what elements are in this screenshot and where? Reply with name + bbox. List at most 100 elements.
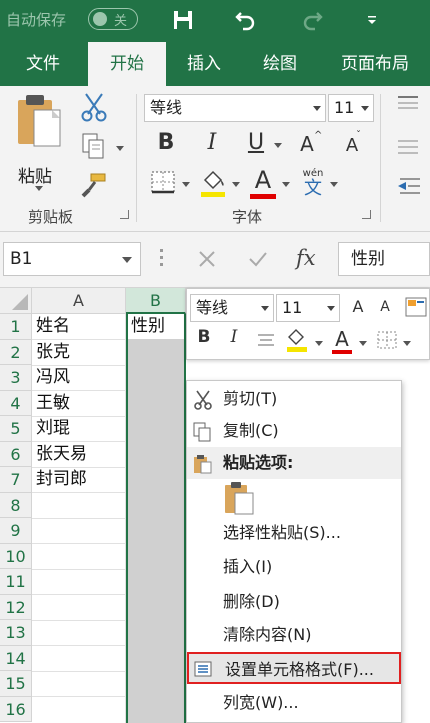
menu-item-column-width[interactable]: 列宽(W)... (187, 687, 401, 719)
paste-dropdown-arrow (35, 186, 43, 191)
menu-item-copy[interactable]: 复制(C) (187, 415, 401, 447)
mini-shrink-font-button[interactable]: A (377, 299, 393, 315)
select-all-corner[interactable] (0, 288, 32, 314)
row-header[interactable]: 16 (0, 696, 32, 722)
copy-dropdown-arrow[interactable] (116, 146, 124, 151)
menu-item-cut[interactable]: 剪切(T) (187, 383, 401, 415)
format-painter-icon[interactable] (78, 172, 110, 204)
row-header[interactable]: 11 (0, 569, 32, 595)
copy-icon[interactable] (78, 132, 110, 164)
decrease-indent-icon[interactable] (396, 176, 422, 200)
cut-icon[interactable] (78, 92, 110, 124)
row-header[interactable]: 15 (0, 671, 32, 697)
enter-icon[interactable] (248, 250, 268, 272)
customize-qat-icon[interactable] (362, 6, 382, 34)
mini-font-size-combo[interactable]: 11 (276, 294, 340, 322)
font-name-combo[interactable]: 等线 (144, 94, 326, 122)
mini-grow-font-button[interactable]: A (349, 297, 367, 316)
row-header[interactable]: 3 (0, 365, 32, 391)
tab-draw[interactable]: 绘图 (242, 42, 318, 86)
menu-item-format-cells[interactable]: 设置单元格格式(F)... (187, 652, 401, 684)
mini-borders-dropdown-arrow[interactable] (403, 341, 411, 346)
row-header[interactable]: 6 (0, 441, 32, 467)
phonetic-dropdown-arrow[interactable] (330, 182, 338, 187)
row-header[interactable]: 1 (0, 314, 32, 340)
paste-button[interactable]: 粘贴 (8, 92, 70, 192)
more-icon[interactable] (160, 249, 164, 266)
chevron-down-icon (122, 257, 132, 263)
mini-fill-dropdown-arrow[interactable] (315, 341, 323, 346)
mini-font-color-button[interactable]: A (331, 327, 353, 355)
mini-font-color-swatch (332, 350, 352, 354)
tab-home[interactable]: 开始 (88, 42, 166, 86)
borders-dropdown-arrow[interactable] (182, 182, 190, 187)
italic-button[interactable]: I (198, 130, 226, 155)
formula-input[interactable]: 性别 (338, 242, 430, 276)
row-header[interactable]: 7 (0, 467, 32, 493)
mini-align-icon[interactable] (257, 333, 275, 353)
tab-file[interactable]: 文件 (0, 42, 86, 86)
cell-a3[interactable]: 冯风 (32, 365, 70, 390)
name-box[interactable]: B1 (3, 242, 141, 276)
autosave-toggle[interactable]: 关 (88, 8, 138, 30)
menu-item-paste-special[interactable]: 选择性粘贴(S)... (187, 517, 401, 549)
cell-a2[interactable]: 张克 (32, 340, 70, 365)
fill-color-icon[interactable] (198, 168, 228, 200)
clipboard-dialog-launcher[interactable] (120, 210, 129, 219)
selected-column-b[interactable] (126, 314, 186, 723)
mini-font-color-dropdown-arrow[interactable] (359, 341, 367, 346)
cell-a1[interactable]: 姓名 (32, 314, 70, 339)
undo-icon[interactable] (232, 6, 260, 34)
phonetic-guide-button[interactable]: wén 文 (300, 168, 326, 199)
borders-icon[interactable] (148, 170, 178, 198)
align-lines-icon[interactable] (396, 138, 420, 160)
cell-a4[interactable]: 王敏 (32, 391, 70, 416)
font-color-button[interactable]: A (248, 166, 278, 200)
column-header-a[interactable]: A (32, 288, 126, 314)
row-header[interactable]: 2 (0, 339, 32, 365)
redo-icon[interactable] (298, 6, 326, 34)
row-header[interactable]: 8 (0, 492, 32, 518)
toggle-knob (93, 12, 107, 26)
save-icon[interactable] (170, 6, 196, 34)
row-header[interactable]: 5 (0, 416, 32, 442)
menu-item-clear-contents[interactable]: 清除内容(N) (187, 619, 401, 651)
cancel-icon[interactable] (198, 250, 216, 272)
bold-button[interactable]: B (152, 130, 180, 155)
row-header[interactable]: 10 (0, 543, 32, 569)
font-group-label: 字体 (232, 208, 263, 226)
menu-item-insert[interactable]: 插入(I) (187, 551, 401, 583)
mini-fill-color-icon[interactable] (285, 327, 309, 357)
cell-b1[interactable]: 性别 (128, 314, 184, 339)
tab-insert[interactable]: 插入 (166, 42, 242, 86)
paste-option-button[interactable] (223, 481, 257, 515)
font-size-combo[interactable]: 11 (328, 94, 374, 122)
grid-line (32, 594, 126, 595)
tab-page-layout[interactable]: 页面布局 (325, 42, 425, 86)
row-header[interactable]: 12 (0, 594, 32, 620)
row-header[interactable]: 14 (0, 645, 32, 671)
menu-item-delete[interactable]: 删除(D) (187, 586, 401, 618)
row-header[interactable]: 13 (0, 620, 32, 646)
fill-color-dropdown-arrow[interactable] (232, 182, 240, 187)
mini-font-name-combo[interactable]: 等线 (190, 294, 274, 322)
mini-italic-button[interactable]: I (225, 327, 243, 347)
cell-a7[interactable]: 封司郎 (32, 467, 87, 492)
font-dialog-launcher[interactable] (362, 210, 371, 219)
cell-a5[interactable]: 刘琨 (32, 416, 70, 441)
group-separator (136, 94, 137, 222)
column-header-b[interactable]: B (126, 288, 186, 314)
row-header[interactable]: 9 (0, 518, 32, 544)
align-top-icon[interactable] (396, 94, 420, 116)
mini-format-icon[interactable] (405, 297, 427, 321)
name-box-value: B1 (10, 249, 33, 269)
underline-dropdown-arrow[interactable] (274, 143, 282, 148)
insert-function-icon[interactable]: fx (296, 246, 316, 270)
clipboard-paste-icon (16, 94, 64, 154)
mini-bold-button[interactable]: B (195, 327, 213, 347)
row-header[interactable]: 4 (0, 390, 32, 416)
cell-a6[interactable]: 张天易 (32, 442, 87, 467)
font-color-dropdown-arrow[interactable] (282, 182, 290, 187)
underline-button[interactable]: U (242, 130, 270, 155)
mini-borders-icon[interactable] (377, 331, 397, 353)
